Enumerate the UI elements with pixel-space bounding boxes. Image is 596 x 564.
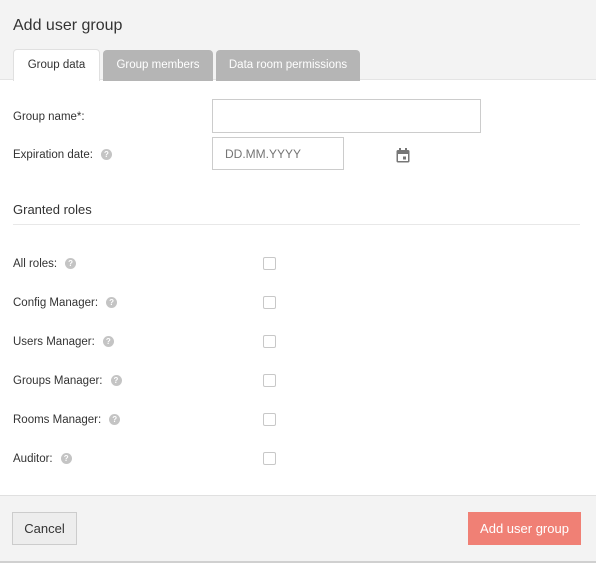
role-text: Groups Manager: [13,375,103,387]
checkbox-config-manager[interactable] [263,296,276,309]
help-icon[interactable]: ? [106,297,118,308]
tab-group-members[interactable]: Group members [103,50,213,81]
checkbox-users-manager[interactable] [263,335,276,348]
add-user-group-button[interactable]: Add user group [468,512,581,545]
role-text: Auditor: [13,453,53,465]
checkbox-all-roles[interactable] [263,257,276,270]
group-name-label: Group name*: [13,111,85,123]
dialog-footer: Cancel Add user group [0,495,596,563]
help-icon[interactable]: ? [102,336,114,347]
role-label-users-manager: Users Manager:? [13,336,114,348]
role-text: All roles: [13,258,58,270]
calendar-icon[interactable] [396,148,410,163]
dialog-title: Add user group [13,17,123,34]
help-icon[interactable]: ? [110,375,122,386]
divider [13,224,580,225]
role-label-rooms-manager: Rooms Manager:? [13,414,121,426]
role-label-all-roles: All roles:? [13,258,77,270]
group-name-input[interactable] [212,99,481,133]
help-icon[interactable]: ? [100,149,112,160]
role-label-config-manager: Config Manager:? [13,297,118,309]
checkbox-rooms-manager[interactable] [263,413,276,426]
expiration-date-label: Expiration date:? [13,149,112,161]
role-text: Users Manager: [13,336,95,348]
role-label-auditor: Auditor:? [13,453,72,465]
checkbox-groups-manager[interactable] [263,374,276,387]
checkbox-auditor[interactable] [263,452,276,465]
role-text: Rooms Manager: [13,414,102,426]
help-icon[interactable]: ? [60,453,72,464]
role-text: Config Manager: [13,297,99,309]
tab-data-room-permissions[interactable]: Data room permissions [216,50,360,81]
dialog-header: Add user group Group data Group members … [0,0,596,81]
granted-roles-heading: Granted roles [13,202,92,217]
help-icon[interactable]: ? [109,414,121,425]
tab-group-data[interactable]: Group data [13,49,100,81]
expiration-date-input[interactable] [212,137,344,170]
help-icon[interactable]: ? [65,258,77,269]
role-label-groups-manager: Groups Manager:? [13,375,122,387]
expiration-date-text: Expiration date: [13,149,93,161]
cancel-button[interactable]: Cancel [12,512,77,545]
